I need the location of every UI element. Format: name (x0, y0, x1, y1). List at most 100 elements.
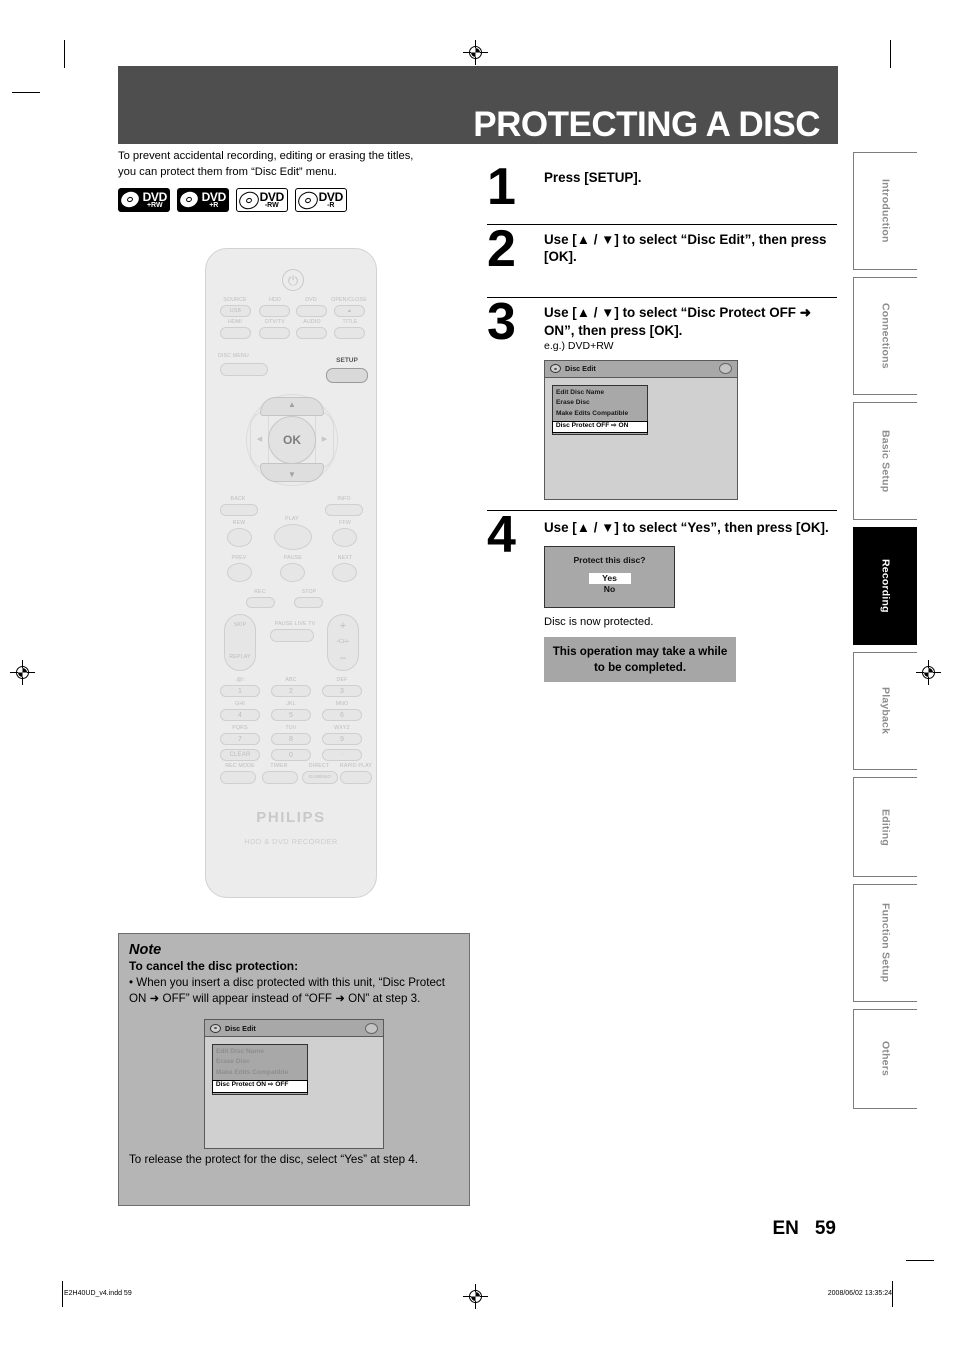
disc-icon (550, 364, 561, 374)
remote-keypad-digit-6: 6 (339, 712, 345, 719)
step-2: 2 Use [▲ / ▼] to select “Disc Edit”, the… (487, 220, 837, 297)
osd-menu-item-erase-disc[interactable]: Erase Disc (553, 399, 647, 409)
disc-icon (237, 189, 262, 211)
tab-label: Editing (879, 808, 892, 846)
remote-button-prev[interactable] (227, 563, 252, 582)
remote-button-rec[interactable] (246, 597, 275, 608)
remote-button-dtv-tv[interactable] (259, 327, 290, 339)
footer-rule-left (62, 1281, 63, 1307)
remote-label-title: TITLE (342, 319, 358, 325)
footer-rule-right (892, 1281, 893, 1307)
osd-menu-item-disc-protect[interactable]: Disc Protect ON ⇨ OFF (211, 1080, 309, 1093)
note-box: Note To cancel the disc protection: • Wh… (118, 933, 470, 1206)
remote-button-left[interactable]: ◀ (250, 411, 269, 469)
remote-button-disc-menu[interactable] (220, 363, 268, 376)
remote-button-hdd[interactable] (259, 305, 290, 317)
remote-button-dvd[interactable] (296, 305, 327, 317)
remote-keypad-letters-9: WXYZ (334, 725, 350, 731)
remote-label-replay: REPLAY (229, 654, 251, 660)
registration-mark-right (916, 660, 941, 685)
sidebar-item-editing[interactable]: Editing (853, 777, 917, 877)
remote-button-next[interactable] (332, 563, 357, 582)
remote-button-ffw[interactable] (332, 528, 357, 547)
remote-button-rapid-play[interactable] (340, 771, 372, 784)
disc-badge-dvd-plus-rw: DVD +RW (118, 188, 170, 212)
tab-label: Playback (879, 687, 892, 735)
osd-menu-item-edit-disc-name[interactable]: Edit Disc Name (213, 1048, 307, 1058)
registration-mark-bottom (463, 1284, 488, 1309)
remote-keypad-digit-3: 3 (339, 688, 345, 695)
osd-menu-item-make-edits-compatible[interactable]: Make Edits Compatible (553, 410, 647, 420)
remote-button-rew[interactable] (227, 528, 252, 547)
remote-label-rapid-play: RAPID PLAY (339, 763, 373, 769)
procedure-steps: 1 Press [SETUP]. 2 Use [▲ / ▼] to select… (487, 161, 837, 692)
remote-button-timer[interactable] (262, 771, 298, 784)
osd-menu-item-make-edits-compatible[interactable]: Make Edits Compatible (213, 1069, 307, 1079)
sidebar-item-connections[interactable]: Connections (853, 277, 917, 395)
sidebar-item-introduction[interactable]: Introduction (853, 152, 917, 270)
tab-label: Others (879, 1041, 892, 1077)
remote-label-stop: STOP (301, 589, 317, 595)
intro-paragraph: To prevent accidental recording, editing… (118, 150, 414, 179)
remote-button-stop[interactable] (294, 597, 323, 608)
sidebar-item-others[interactable]: Others (853, 1009, 917, 1109)
osd-menu-item-disc-protect[interactable]: Disc Protect OFF ⇨ ON (551, 420, 649, 434)
sidebar-item-function-setup[interactable]: Function Setup (853, 884, 917, 1002)
remote-button-ok[interactable]: OK (268, 416, 316, 464)
remote-button-source-value: USB (229, 308, 242, 314)
tab-label: Introduction (879, 179, 892, 243)
remote-keypad-letters-4: GHI (235, 701, 245, 707)
remote-label-ch-plus: + (339, 620, 347, 632)
disc-icon (210, 1023, 221, 1033)
note-body-text: • When you insert a disc protected with … (129, 976, 445, 1005)
remote-button-up[interactable]: ▲ (260, 397, 324, 416)
remote-button-info[interactable] (325, 504, 363, 516)
osd-title-bar: Disc Edit (205, 1020, 383, 1038)
remote-keypad-digit-8: 8 (288, 736, 294, 743)
remote-button-hdmi[interactable] (220, 327, 251, 339)
remote-button-rec-mode[interactable] (220, 771, 256, 784)
step-3: 3 Use [▲ / ▼] to select “Disc Protect OF… (487, 296, 837, 509)
osd-menu-list: Edit Disc Name Erase Disc Make Edits Com… (551, 384, 649, 436)
remote-keypad-letters-5: JKL (286, 701, 296, 707)
remote-button-audio[interactable] (296, 327, 327, 339)
remote-label-audio: AUDIO (303, 319, 321, 325)
remote-button-play[interactable] (274, 524, 312, 550)
disc-icon (177, 188, 202, 211)
remote-keypad-digit-5: 5 (288, 712, 294, 719)
tab-label: Recording (879, 559, 892, 613)
remote-button-right[interactable]: ▶ (315, 411, 334, 469)
remote-label-play: PLAY (285, 516, 299, 522)
supported-disc-badges: DVD +RW DVD +R DVD -RW DVD -R (118, 188, 347, 212)
sidebar-item-playback[interactable]: Playback (853, 652, 917, 770)
remote-label-source: SOURCE (223, 297, 247, 303)
remote-label-direct: DIRECT (308, 763, 330, 769)
remote-label-timer: TIMER (270, 763, 288, 769)
remote-label-setup: SETUP (336, 357, 358, 364)
remote-keypad-letters-7: PQRS (232, 725, 248, 731)
note-subheading: To cancel the disc protection: (129, 959, 299, 973)
sidebar-item-recording[interactable]: Recording (853, 527, 917, 645)
language-code: EN (772, 1218, 799, 1239)
remote-button-setup[interactable] (326, 368, 368, 383)
remote-keypad-dot: · (340, 751, 344, 758)
dialog-option-yes[interactable]: Yes (588, 572, 631, 584)
remote-button-back[interactable] (220, 504, 258, 516)
step-number: 2 (487, 220, 516, 279)
osd-menu-item-erase-disc[interactable]: Erase Disc (213, 1058, 307, 1068)
remote-label-info: INFO (337, 496, 351, 502)
remote-button-down[interactable]: ▼ (260, 463, 324, 482)
step-example-label: e.g.) DVD+RW (544, 339, 614, 352)
dialog-option-no[interactable]: No (545, 584, 674, 595)
remote-button-pause-live-tv[interactable] (270, 629, 314, 642)
step-instruction: Use [▲ / ▼] to select “Disc Protect OFF … (544, 305, 811, 338)
remote-label-skip: SKIP (233, 622, 247, 628)
sidebar-item-basic-setup[interactable]: Basic Setup (853, 402, 917, 520)
remote-control-illustration: ⏻ SOURCE HDD DVD OPEN/CLOSE USB ▲ HDMI D… (205, 248, 377, 898)
remote-button-pause[interactable] (280, 563, 305, 582)
remote-button-title[interactable] (334, 327, 365, 339)
osd-disc-edit-screen-cancel: Disc Edit Edit Disc Name Erase Disc Make… (204, 1019, 384, 1150)
osd-menu-item-edit-disc-name[interactable]: Edit Disc Name (553, 389, 647, 399)
remote-label-ch: •CH• (337, 639, 349, 645)
tab-label: Connections (879, 303, 892, 369)
